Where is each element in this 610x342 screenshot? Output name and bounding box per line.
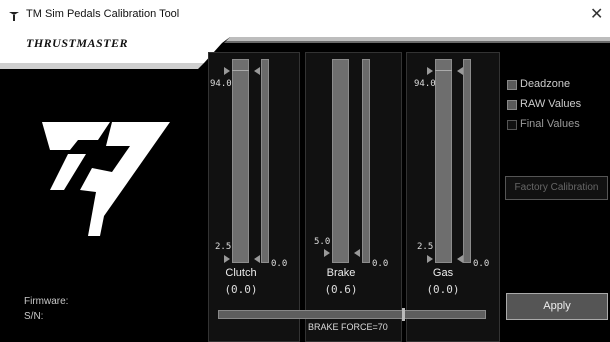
clutch-value: (0.0) bbox=[224, 283, 258, 296]
raw-values-checkbox[interactable] bbox=[507, 100, 517, 110]
gas-top-label: 94.0 bbox=[414, 79, 436, 89]
brand-name: THRUSTMASTER bbox=[26, 36, 129, 50]
gas-bottom-markers bbox=[427, 255, 463, 263]
gas-bar-top-mark bbox=[435, 70, 452, 71]
final-values-checkbox[interactable] bbox=[507, 120, 517, 130]
gas-name: Gas bbox=[432, 267, 454, 279]
clutch-name: Clutch bbox=[225, 267, 257, 279]
gas-bar[interactable] bbox=[435, 59, 452, 263]
brake-bar[interactable] bbox=[332, 59, 349, 263]
clutch-side-value: 0.0 bbox=[271, 259, 288, 269]
factory-calibration-button[interactable]: Factory Calibration bbox=[505, 176, 608, 200]
deadzone-checkbox[interactable] bbox=[507, 80, 517, 90]
gas-panel bbox=[406, 52, 500, 342]
sn-label: S/N: bbox=[24, 311, 44, 322]
brake-name: Brake bbox=[326, 267, 356, 279]
close-icon[interactable]: ✕ bbox=[590, 5, 603, 23]
raw-values-label: RAW Values bbox=[520, 98, 582, 110]
clutch-panel bbox=[208, 52, 300, 342]
brake-panel bbox=[305, 52, 402, 342]
apply-button[interactable]: Apply bbox=[506, 293, 608, 320]
app-icon bbox=[9, 12, 19, 21]
brake-force-slider[interactable] bbox=[218, 310, 486, 319]
brake-bottom-label: 5.0 bbox=[314, 237, 331, 247]
clutch-top-label: 94.0 bbox=[210, 79, 232, 89]
brake-force-label: BRAKE FORCE=70 bbox=[308, 322, 388, 332]
final-values-label: Final Values bbox=[520, 118, 580, 130]
gas-output-bar[interactable] bbox=[463, 59, 471, 263]
deadzone-label: Deadzone bbox=[520, 78, 571, 90]
clutch-bottom-markers bbox=[224, 255, 260, 263]
gas-bottom-label: 2.5 bbox=[417, 242, 434, 252]
brake-value: (0.6) bbox=[324, 283, 358, 296]
clutch-output-bar[interactable] bbox=[261, 59, 269, 263]
firmware-label: Firmware: bbox=[24, 296, 69, 307]
tm-logo-icon bbox=[42, 122, 170, 236]
gas-value: (0.0) bbox=[426, 283, 460, 296]
clutch-bar-top-mark bbox=[232, 70, 249, 71]
brake-force-slider-thumb[interactable] bbox=[402, 308, 405, 321]
brake-bottom-markers bbox=[324, 249, 360, 257]
gas-side-value: 0.0 bbox=[473, 259, 490, 269]
window-title-bar: TM Sim Pedals Calibration Tool ✕ bbox=[0, 0, 610, 32]
clutch-bottom-label: 2.5 bbox=[215, 242, 232, 252]
brake-side-value: 0.0 bbox=[372, 259, 389, 269]
brake-output-bar[interactable] bbox=[362, 59, 370, 263]
clutch-bar[interactable] bbox=[232, 59, 249, 263]
window-title: TM Sim Pedals Calibration Tool bbox=[26, 8, 180, 20]
